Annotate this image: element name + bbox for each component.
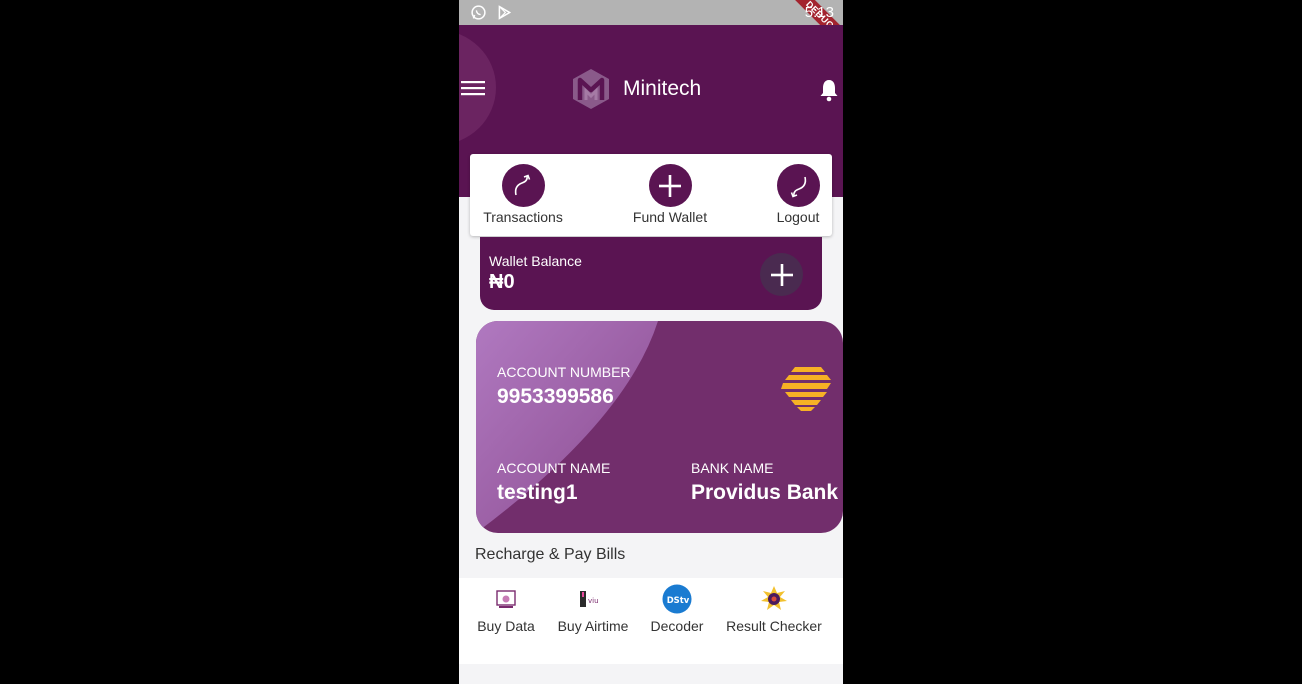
account-number-value: 9953399586 <box>497 385 614 408</box>
dstv-icon: DStv <box>662 584 692 614</box>
whatsapp-icon <box>471 5 486 20</box>
buy-airtime-label: Buy Airtime <box>557 618 629 634</box>
quick-actions-card: Transactions Fund Wallet Logout <box>470 154 832 236</box>
svg-text:viu: viu <box>588 597 599 605</box>
result-checker-button[interactable]: Result Checker <box>723 584 825 634</box>
transactions-button[interactable]: Transactions <box>480 164 566 225</box>
logout-button[interactable]: Logout <box>770 164 826 225</box>
bank-name-label: BANK NAME <box>691 460 774 476</box>
play-store-icon <box>498 5 512 20</box>
airtime-icon: viu <box>578 584 608 614</box>
transactions-label: Transactions <box>483 209 563 225</box>
account-details-card: ACCOUNT NUMBER 9953399586 ACCOUNT NAME t… <box>476 321 843 533</box>
fund-wallet-button[interactable]: Fund Wallet <box>626 164 714 225</box>
bank-name-value: Providus Bank <box>691 481 839 504</box>
svg-text:DStv: DStv <box>667 595 690 605</box>
decoder-button[interactable]: DStv Decoder <box>647 584 707 634</box>
wallet-balance-card: Wallet Balance ₦0 <box>480 237 822 310</box>
wallet-balance-label: Wallet Balance <box>489 253 582 269</box>
section-title: Recharge & Pay Bills <box>475 546 626 563</box>
plus-icon <box>770 263 793 286</box>
logout-label: Logout <box>776 209 820 225</box>
buy-data-button[interactable]: Buy Data <box>475 584 537 634</box>
wallet-balance-value: ₦0 <box>489 271 515 293</box>
logout-icon <box>776 164 820 207</box>
result-checker-label: Result Checker <box>726 618 822 634</box>
notification-bell-icon[interactable] <box>818 78 840 102</box>
account-name-label: ACCOUNT NAME <box>497 460 611 476</box>
data-icon <box>491 584 521 614</box>
fund-wallet-label: Fund Wallet <box>632 209 708 225</box>
waec-icon <box>759 584 789 614</box>
phone-screen: DEBUG 5:13 Minitech Transactions Fund Wa… <box>459 0 843 684</box>
plus-icon <box>648 164 692 207</box>
minitech-logo <box>573 69 609 109</box>
menu-icon[interactable] <box>461 77 485 99</box>
buy-airtime-button[interactable]: viu Buy Airtime <box>553 584 633 634</box>
status-bar: DEBUG 5:13 <box>459 0 843 52</box>
account-name-value: testing1 <box>497 481 578 504</box>
buy-data-label: Buy Data <box>477 618 535 634</box>
add-funds-button[interactable] <box>760 253 803 296</box>
account-number-label: ACCOUNT NUMBER <box>497 364 631 380</box>
transactions-icon <box>501 164 545 207</box>
brand-name: Minitech <box>623 77 702 100</box>
status-time: 5:13 <box>804 4 834 21</box>
providus-logo-icon <box>781 367 831 411</box>
decoder-label: Decoder <box>650 618 704 634</box>
services-row: Buy Data viu Buy Airtime DStv Decoder Re… <box>459 578 843 664</box>
